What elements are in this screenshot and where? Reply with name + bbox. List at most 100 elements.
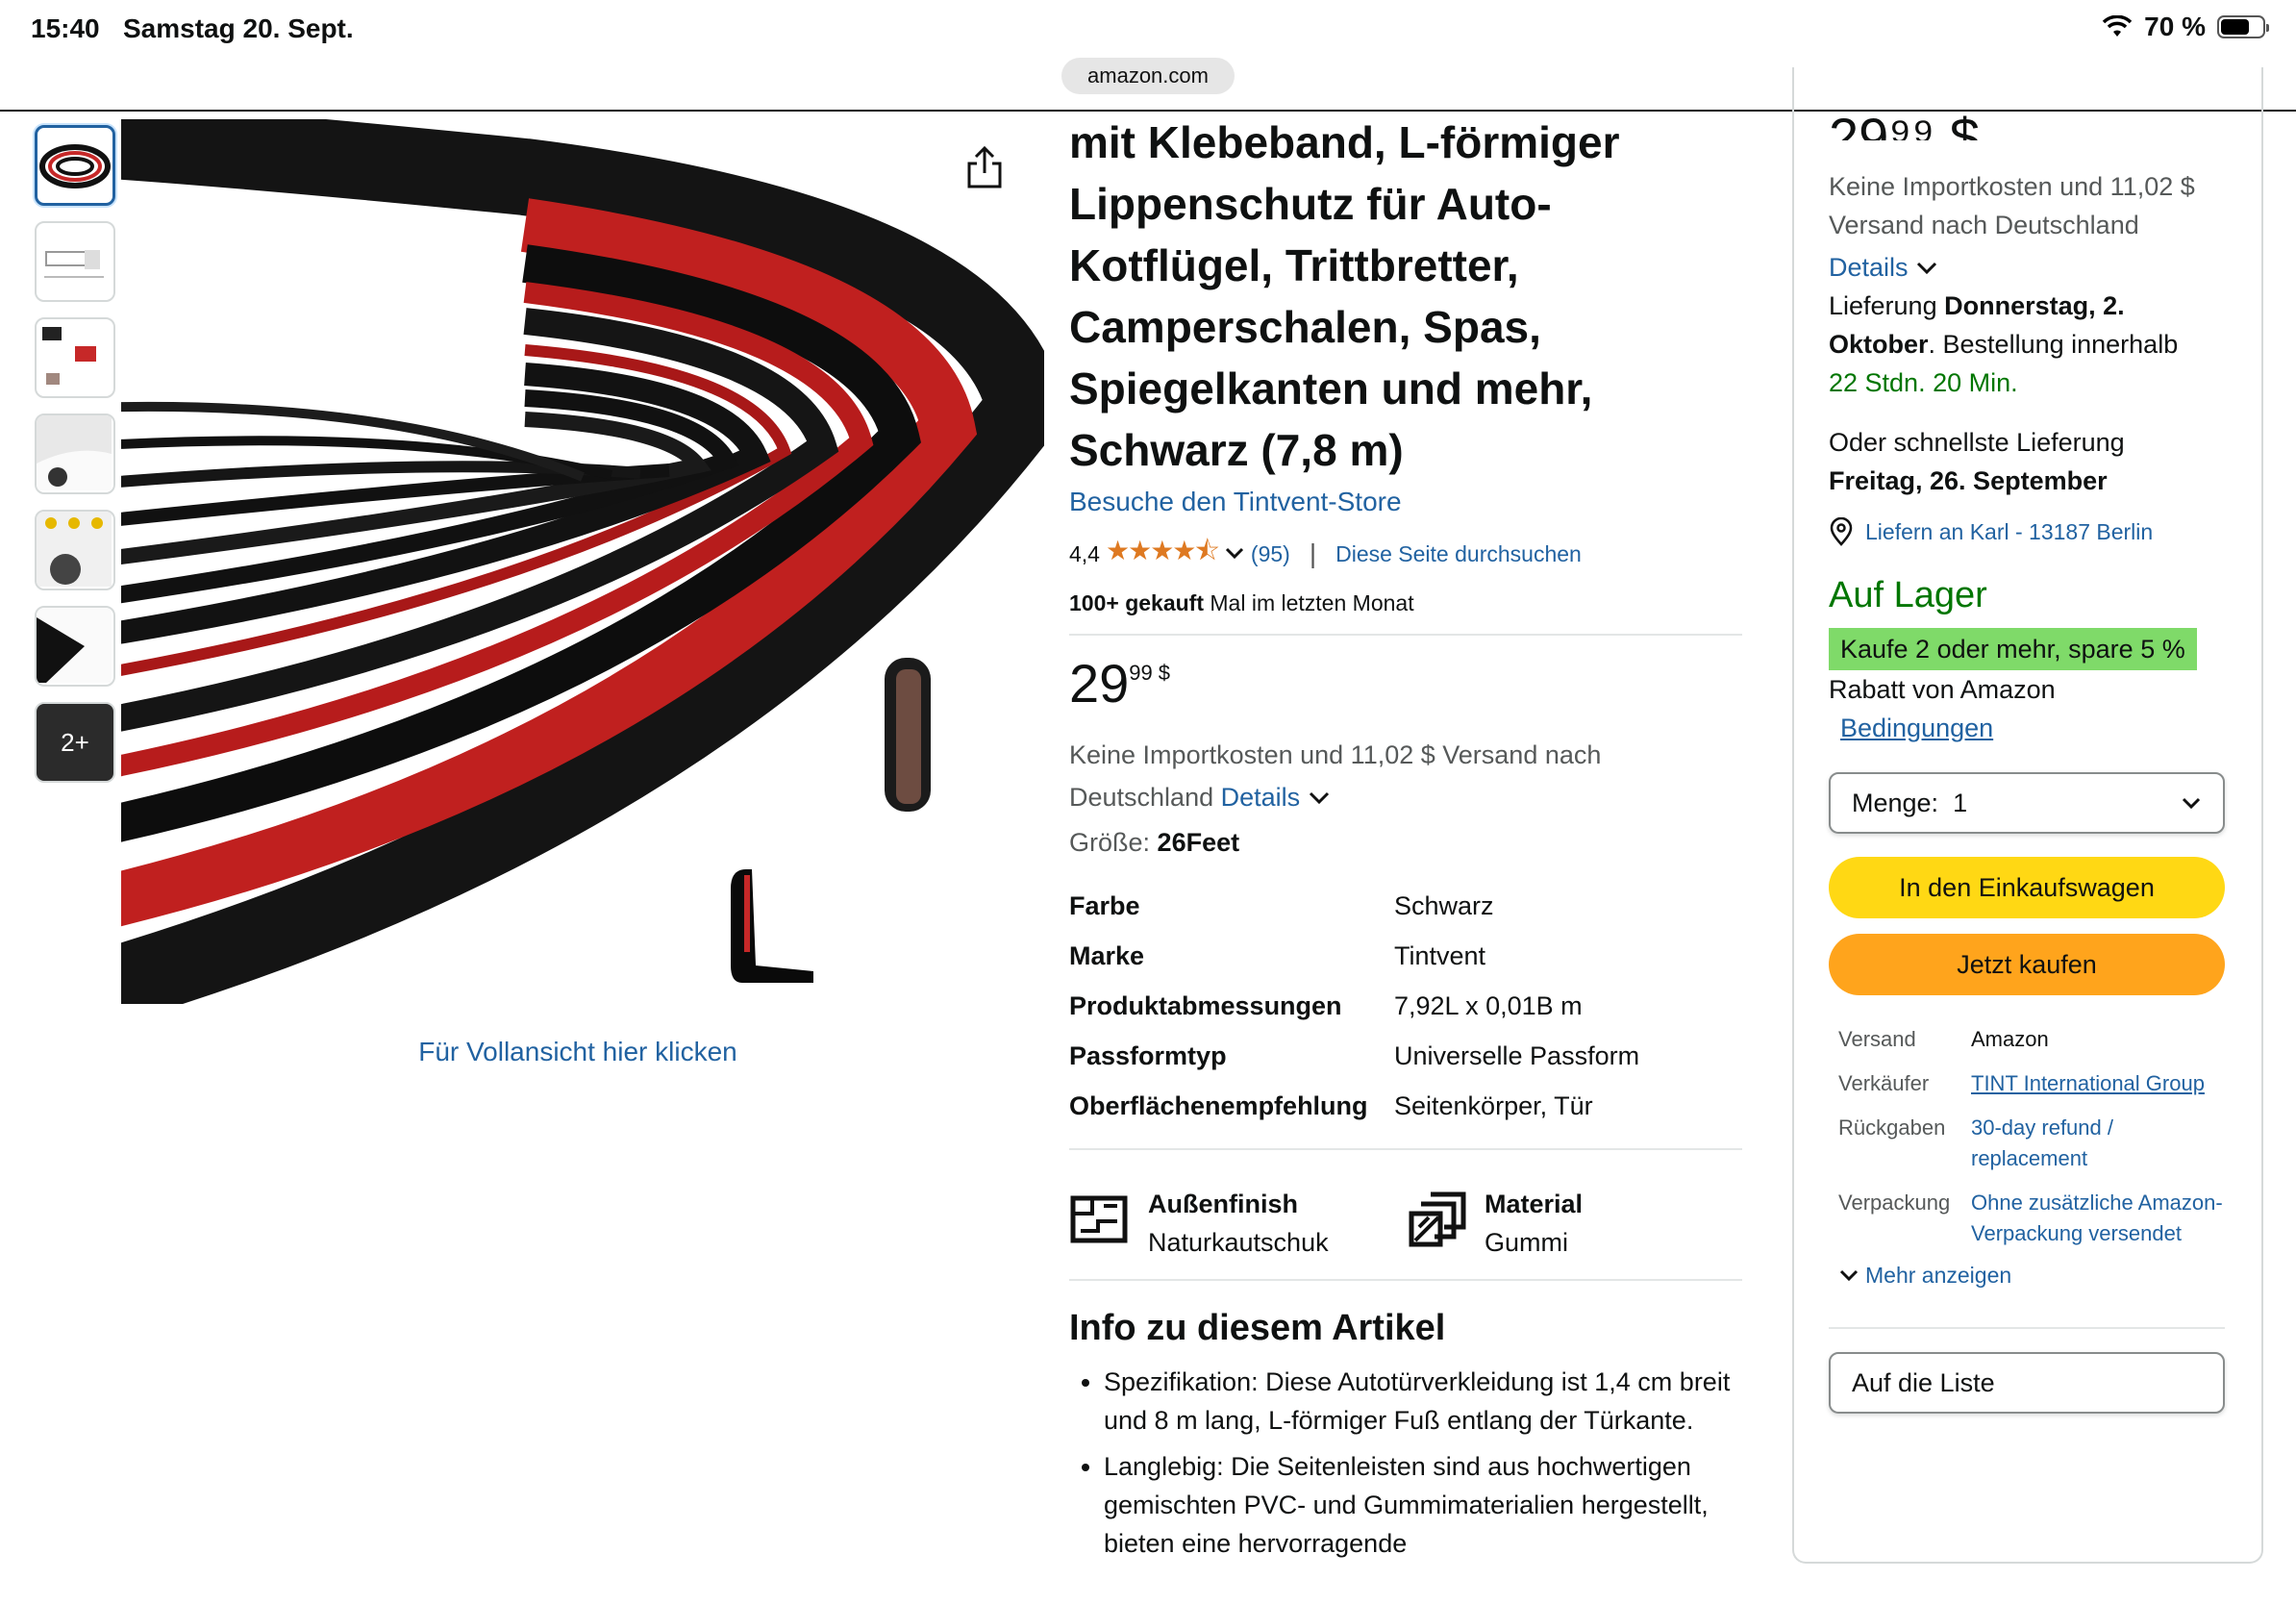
- date: Samstag 20. Sept.: [123, 13, 354, 43]
- product-details: mit Klebeband, L-förmiger Lippenschutz f…: [1069, 112, 1742, 1570]
- material-icon: [1409, 1191, 1466, 1247]
- feature-material: Material Gummi: [1406, 1185, 1742, 1262]
- specs-table: Farbe Schwarz Marke Tintvent Produktabmess…: [1069, 881, 1742, 1131]
- bullet-item: Spezifikation: Diese Autotürverkleidung …: [1104, 1363, 1742, 1440]
- add-to-list-button[interactable]: Auf die Liste: [1829, 1352, 2225, 1414]
- rating-count[interactable]: (95): [1251, 541, 1290, 567]
- rating-row: 4,4 ★★★★⯪ (95) | Diese Seite durchsuchen: [1069, 531, 1742, 577]
- spec-row: Produktabmessungen 7,92L x 0,01B m: [1069, 981, 1742, 1031]
- price-whole: 29: [1069, 653, 1130, 714]
- rating-value: 4,4: [1069, 540, 1100, 566]
- add-to-cart-button[interactable]: In den Einkaufswagen: [1829, 857, 2225, 918]
- bullet-item: Langlebig: Die Seitenleisten sind aus ho…: [1104, 1447, 1742, 1563]
- seller-info-row: Rückgaben 30-day refund / replacement: [1829, 1113, 2225, 1188]
- show-more[interactable]: Mehr anzeigen: [1829, 1263, 2225, 1289]
- spec-key: Passformtyp: [1069, 1040, 1227, 1070]
- info-key: Verpackung: [1838, 1190, 1951, 1215]
- clock: 15:40: [31, 13, 100, 43]
- deal-sub: Rabatt von Amazon: [1829, 675, 2056, 704]
- spec-value: 7,92L x 0,01B m: [1394, 990, 1583, 1020]
- import-info: Keine Importkosten und 11,02 $ Versand n…: [1069, 734, 1742, 818]
- thumbnail-4[interactable]: [35, 414, 115, 494]
- thumbnail-3[interactable]: [35, 317, 115, 398]
- status-bar: 15:40 Samstag 20. Sept. 70 %: [0, 0, 2296, 60]
- location-pin-icon: [1830, 517, 1853, 546]
- returns-link[interactable]: 30-day refund / replacement: [1971, 1113, 2225, 1188]
- battery-percent: 70 %: [2144, 12, 2206, 41]
- battery-icon: [2217, 15, 2269, 38]
- wifi-icon: [2102, 15, 2133, 37]
- divider: [1069, 1148, 1742, 1150]
- seller-info-row: Verkäufer TINT International Group: [1829, 1068, 2225, 1113]
- quantity-select[interactable]: Menge: 1: [1829, 772, 2225, 834]
- size-value: 26Feet: [1157, 828, 1240, 857]
- chevron-down-icon[interactable]: [1915, 261, 1938, 276]
- thumbnail-2[interactable]: [35, 221, 115, 302]
- seller-link[interactable]: TINT International Group: [1971, 1071, 2205, 1095]
- full-view-link[interactable]: Für Vollansicht hier klicken: [288, 1037, 867, 1067]
- url-text: amazon.com: [1087, 63, 1209, 88]
- chevron-down-icon: [1839, 1269, 1859, 1281]
- price-fraction: 99: [1129, 661, 1153, 685]
- store-link[interactable]: Besuche den Tintvent-Store: [1069, 487, 1742, 517]
- search-page-link[interactable]: Diese Seite durchsuchen: [1335, 541, 1582, 567]
- more-label: 2+: [61, 727, 89, 757]
- fastest-date: Freitag, 26. September: [1829, 466, 2108, 495]
- deliver-to[interactable]: Liefern an Karl - 13187 Berlin: [1829, 517, 2225, 546]
- feature-key: Material: [1485, 1190, 1584, 1218]
- spec-row: Farbe Schwarz: [1069, 881, 1742, 931]
- rating-stars[interactable]: ★★★★⯪: [1106, 531, 1220, 577]
- thumbnail-6[interactable]: [35, 606, 115, 687]
- status-icons: 70 %: [2102, 12, 2269, 42]
- bought-period: Mal im letzten Monat: [1210, 590, 1414, 615]
- divider: [1829, 1327, 2225, 1329]
- spec-key: Marke: [1069, 940, 1145, 970]
- size-row: Größe: 26Feet: [1069, 828, 1742, 858]
- product-title: mit Klebeband, L-förmiger Lippenschutz f…: [1069, 117, 1620, 475]
- thumbnail-1[interactable]: [35, 125, 115, 206]
- thumbnail-more[interactable]: 2+: [35, 702, 115, 783]
- chevron-down-icon[interactable]: [1308, 790, 1331, 806]
- bought-info: 100+ gekauft Mal im letzten Monat: [1069, 590, 1742, 616]
- bought-count: 100+ gekauft: [1069, 590, 1204, 615]
- show-more-link[interactable]: Mehr anzeigen: [1865, 1263, 2011, 1289]
- about-title: Info zu diesem Artikel: [1069, 1308, 1446, 1348]
- import-text: Keine Importkosten und 11,02 $ Versand n…: [1069, 740, 1602, 812]
- delivery-info: Lieferung Donnerstag, 2. Oktober. Bestel…: [1829, 287, 2225, 402]
- feature-value: Gummi: [1485, 1228, 1568, 1257]
- share-icon[interactable]: [961, 144, 1008, 190]
- address-bar[interactable]: amazon.com: [1061, 58, 1235, 94]
- thumbnail-5[interactable]: [35, 510, 115, 590]
- terms-link[interactable]: Bedingungen: [1840, 714, 1993, 742]
- spec-row: Passformtyp Universelle Passform: [1069, 1031, 1742, 1081]
- price: 29 99 $: [1069, 655, 1742, 713]
- separator: |: [1309, 539, 1317, 568]
- buybox-import-text: Keine Importkosten und 11,02 $ Versand n…: [1829, 172, 2195, 239]
- details-link[interactable]: Details: [1221, 783, 1301, 812]
- info-key: Rückgaben: [1838, 1115, 1946, 1140]
- size-label: Größe:: [1069, 828, 1151, 857]
- thumbnail-strip: 2+: [35, 125, 115, 798]
- delivery-prefix: Lieferung: [1829, 291, 1945, 320]
- feature-row: Außenfinish Naturkautschuk Material Gumm…: [1069, 1167, 1742, 1279]
- deliver-to-link[interactable]: Liefern an Karl - 13187 Berlin: [1865, 519, 2153, 545]
- buybox-details-link[interactable]: Details: [1829, 253, 1909, 282]
- qty-value: 1: [1953, 788, 1968, 817]
- spec-value: Tintvent: [1394, 940, 1486, 970]
- spec-key: Produktabmessungen: [1069, 990, 1342, 1020]
- price-currency: $: [1158, 661, 1171, 685]
- about-bullets: Spezifikation: Diese Autotürverkleidung …: [1069, 1363, 1742, 1563]
- product-main-image[interactable]: [121, 119, 1044, 1004]
- buy-now-button[interactable]: Jetzt kaufen: [1829, 934, 2225, 995]
- spec-value: Universelle Passform: [1394, 1040, 1640, 1070]
- spec-key: Farbe: [1069, 890, 1140, 920]
- info-value: Amazon: [1971, 1027, 2049, 1051]
- divider: [1069, 1279, 1742, 1281]
- chevron-down-icon[interactable]: [1224, 546, 1245, 562]
- stock-status: Auf Lager: [1829, 575, 1987, 615]
- buybox-details[interactable]: Details: [1829, 248, 2225, 287]
- seller-info-row: Verpackung Ohne zusätzliche Amazon-Verpac…: [1829, 1188, 2225, 1263]
- info-key: Verkäufer: [1838, 1071, 1930, 1095]
- packaging-link[interactable]: Ohne zusätzliche Amazon-Verpackung verse…: [1971, 1188, 2225, 1263]
- seller-info-row: Versand Amazon: [1829, 1024, 2225, 1068]
